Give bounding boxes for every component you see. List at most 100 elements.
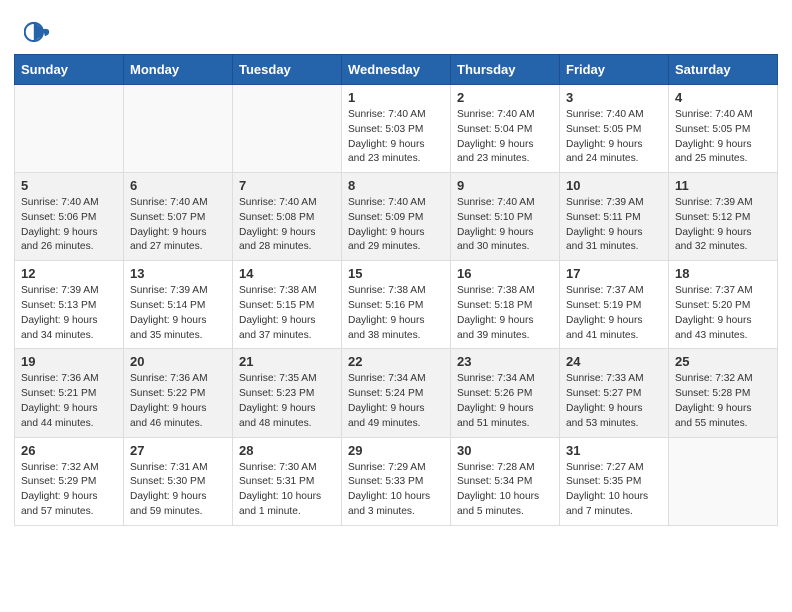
- sunset-label: Sunset: 5:15 PM: [239, 300, 314, 311]
- cell-info: Sunrise: 7:31 AMSunset: 5:30 PMDaylight:…: [130, 461, 226, 520]
- sunrise-label: Sunrise: 7:34 AM: [348, 373, 426, 384]
- cell-info: Sunrise: 7:37 AMSunset: 5:20 PMDaylight:…: [675, 284, 771, 343]
- days-header-row: SundayMondayTuesdayWednesdayThursdayFrid…: [15, 55, 778, 85]
- sunrise-label: Sunrise: 7:38 AM: [239, 285, 317, 296]
- cell-info: Sunrise: 7:29 AMSunset: 5:33 PMDaylight:…: [348, 461, 444, 520]
- sunset-label: Sunset: 5:04 PM: [457, 124, 532, 135]
- day-number: 18: [675, 266, 771, 281]
- cell-info: Sunrise: 7:39 AMSunset: 5:12 PMDaylight:…: [675, 196, 771, 255]
- day-cell-15: 15Sunrise: 7:38 AMSunset: 5:16 PMDayligh…: [342, 261, 451, 349]
- day-cell-2: 2Sunrise: 7:40 AMSunset: 5:04 PMDaylight…: [451, 85, 560, 173]
- sunset-label: Sunset: 5:05 PM: [566, 124, 641, 135]
- logo: [24, 18, 56, 46]
- day-header-monday: Monday: [124, 55, 233, 85]
- sunset-label: Sunset: 5:03 PM: [348, 124, 423, 135]
- empty-cell: [669, 437, 778, 525]
- day-number: 27: [130, 443, 226, 458]
- day-number: 20: [130, 354, 226, 369]
- day-number: 30: [457, 443, 553, 458]
- sunset-label: Sunset: 5:16 PM: [348, 300, 423, 311]
- sunrise-label: Sunrise: 7:40 AM: [348, 109, 426, 120]
- sunrise-label: Sunrise: 7:40 AM: [675, 109, 753, 120]
- day-cell-31: 31 Sunrise: 7:27 AM Sunset: 5:35 PM Dayligh…: [560, 437, 669, 525]
- week-row-3: 12Sunrise: 7:39 AMSunset: 5:13 PMDayligh…: [15, 261, 778, 349]
- day-cell-30: 30 Sunrise: 7:28 AMSunset: 5:34 PMDayligh…: [451, 437, 560, 525]
- cell-info: Sunrise: 7:39 AMSunset: 5:13 PMDaylight:…: [21, 284, 117, 343]
- sunrise-label: Sunrise: 7:35 AM: [239, 373, 317, 384]
- day-number: 17: [566, 266, 662, 281]
- daylight-label: Daylight: 9 hours and 53 minutes.: [566, 403, 642, 429]
- day-header-friday: Friday: [560, 55, 669, 85]
- cell-info: Sunrise: 7:38 AMSunset: 5:18 PMDaylight:…: [457, 284, 553, 343]
- day-cell-23: 23Sunrise: 7:34 AMSunset: 5:26 PMDayligh…: [451, 349, 560, 437]
- day-cell-29: 29 Sunrise: 7:29 AMSunset: 5:33 PMDayligh…: [342, 437, 451, 525]
- daylight-label: Daylight: 9 hours and 46 minutes.: [130, 403, 206, 429]
- daylight-label: Daylight: 9 hours and 23 minutes.: [457, 139, 533, 165]
- sunrise-label: Sunrise: 7:39 AM: [566, 197, 644, 208]
- daylight-label: Daylight: 10 hours and 7 minutes.: [566, 491, 648, 517]
- day-cell-13: 13Sunrise: 7:39 AMSunset: 5:14 PMDayligh…: [124, 261, 233, 349]
- sunset-label: Sunset: 5:08 PM: [239, 212, 314, 223]
- cell-info: Sunrise: 7:40 AMSunset: 5:10 PMDaylight:…: [457, 196, 553, 255]
- logo-icon: [24, 18, 52, 46]
- sunset-label: Sunset: 5:22 PM: [130, 388, 205, 399]
- cell-info: Sunrise: 7:40 AMSunset: 5:03 PMDaylight:…: [348, 108, 444, 167]
- cell-info: Sunrise: 7:36 AMSunset: 5:21 PMDaylight:…: [21, 372, 117, 431]
- cell-info: Sunrise: 7:33 AMSunset: 5:27 PMDaylight:…: [566, 372, 662, 431]
- sunrise-label: Sunrise: 7:36 AM: [130, 373, 208, 384]
- daylight-label: Daylight: 9 hours and 28 minutes.: [239, 227, 315, 253]
- calendar-page: SundayMondayTuesdayWednesdayThursdayFrid…: [0, 0, 792, 540]
- day-cell-18: 18 Sunrise: 7:37 AMSunset: 5:20 PMDayligh…: [669, 261, 778, 349]
- daylight-label: Daylight: 9 hours and 49 minutes.: [348, 403, 424, 429]
- daylight-label: Daylight: 9 hours and 59 minutes.: [130, 491, 206, 517]
- day-number: 26: [21, 443, 117, 458]
- daylight-label: Daylight: 9 hours and 55 minutes.: [675, 403, 751, 429]
- cell-info: Sunrise: 7:39 AMSunset: 5:14 PMDaylight:…: [130, 284, 226, 343]
- cell-info: Sunrise: 7:35 AMSunset: 5:23 PMDaylight:…: [239, 372, 335, 431]
- cell-info: Sunrise: 7:28 AMSunset: 5:34 PMDaylight:…: [457, 461, 553, 520]
- cell-info: Sunrise: 7:40 AM Sunset: 5:08 PM Daylight:…: [239, 196, 335, 255]
- sunset-label: Sunset: 5:34 PM: [457, 476, 532, 487]
- daylight-label: Daylight: 10 hours and 1 minute.: [239, 491, 321, 517]
- empty-cell: [15, 85, 124, 173]
- sunset-label: Sunset: 5:05 PM: [675, 124, 750, 135]
- day-number: 14: [239, 266, 335, 281]
- cell-info: Sunrise: 7:32 AMSunset: 5:29 PMDaylight:…: [21, 461, 117, 520]
- sunrise-label: Sunrise: 7:27 AM: [566, 462, 644, 473]
- day-cell-14: 14Sunrise: 7:38 AMSunset: 5:15 PMDayligh…: [233, 261, 342, 349]
- day-cell-8: 8Sunrise: 7:40 AMSunset: 5:09 PMDaylight…: [342, 173, 451, 261]
- daylight-label: Daylight: 9 hours and 29 minutes.: [348, 227, 424, 253]
- day-cell-7: 7Sunrise: 7:40 AMSunset: 5:08 PMDaylight…: [233, 173, 342, 261]
- sunset-label: Sunset: 5:06 PM: [21, 212, 96, 223]
- cell-info: Sunrise: 7:40 AMSunset: 5:07 PMDaylight:…: [130, 196, 226, 255]
- day-number: 2: [457, 90, 553, 105]
- daylight-label: Daylight: 9 hours and 48 minutes.: [239, 403, 315, 429]
- cell-info: Sunrise: 7:37 AMSunset: 5:19 PMDaylight:…: [566, 284, 662, 343]
- day-cell-26: 26 Sunrise: 7:32 AMSunset: 5:29 PMDayligh…: [15, 437, 124, 525]
- day-number: 21: [239, 354, 335, 369]
- sunrise-label: Sunrise: 7:37 AM: [675, 285, 753, 296]
- cell-info: Sunrise: 7:40 AMSunset: 5:06 PMDaylight:…: [21, 196, 117, 255]
- day-number: 29: [348, 443, 444, 458]
- sunset-label: Sunset: 5:18 PM: [457, 300, 532, 311]
- cell-info: Sunrise: 7:39 AMSunset: 5:11 PMDaylight:…: [566, 196, 662, 255]
- day-number: 24: [566, 354, 662, 369]
- cell-info: Sunrise: 7:27 AM Sunset: 5:35 PM Daylight:…: [566, 461, 662, 520]
- day-number: 31: [566, 443, 662, 458]
- sunset-label: Sunset: 5:35 PM: [566, 476, 641, 487]
- cell-info: Sunrise: 7:40 AMSunset: 5:05 PMDaylight:…: [566, 108, 662, 167]
- week-row-4: 19 Sunrise: 7:36 AMSunset: 5:21 PMDayligh…: [15, 349, 778, 437]
- sunrise-label: Sunrise: 7:39 AM: [21, 285, 99, 296]
- cell-info: Sunrise: 7:38 AMSunset: 5:16 PMDaylight:…: [348, 284, 444, 343]
- day-number: 22: [348, 354, 444, 369]
- day-number: 19: [21, 354, 117, 369]
- sunrise-label: Sunrise: 7:40 AM: [239, 197, 317, 208]
- day-cell-19: 19 Sunrise: 7:36 AMSunset: 5:21 PMDayligh…: [15, 349, 124, 437]
- day-number: 5: [21, 178, 117, 193]
- sunrise-label: Sunrise: 7:30 AM: [239, 462, 317, 473]
- sunrise-label: Sunrise: 7:37 AM: [566, 285, 644, 296]
- day-header-sunday: Sunday: [15, 55, 124, 85]
- daylight-label: Daylight: 9 hours and 35 minutes.: [130, 315, 206, 341]
- day-cell-27: 27 Sunrise: 7:31 AMSunset: 5:30 PMDayligh…: [124, 437, 233, 525]
- daylight-label: Daylight: 9 hours and 34 minutes.: [21, 315, 97, 341]
